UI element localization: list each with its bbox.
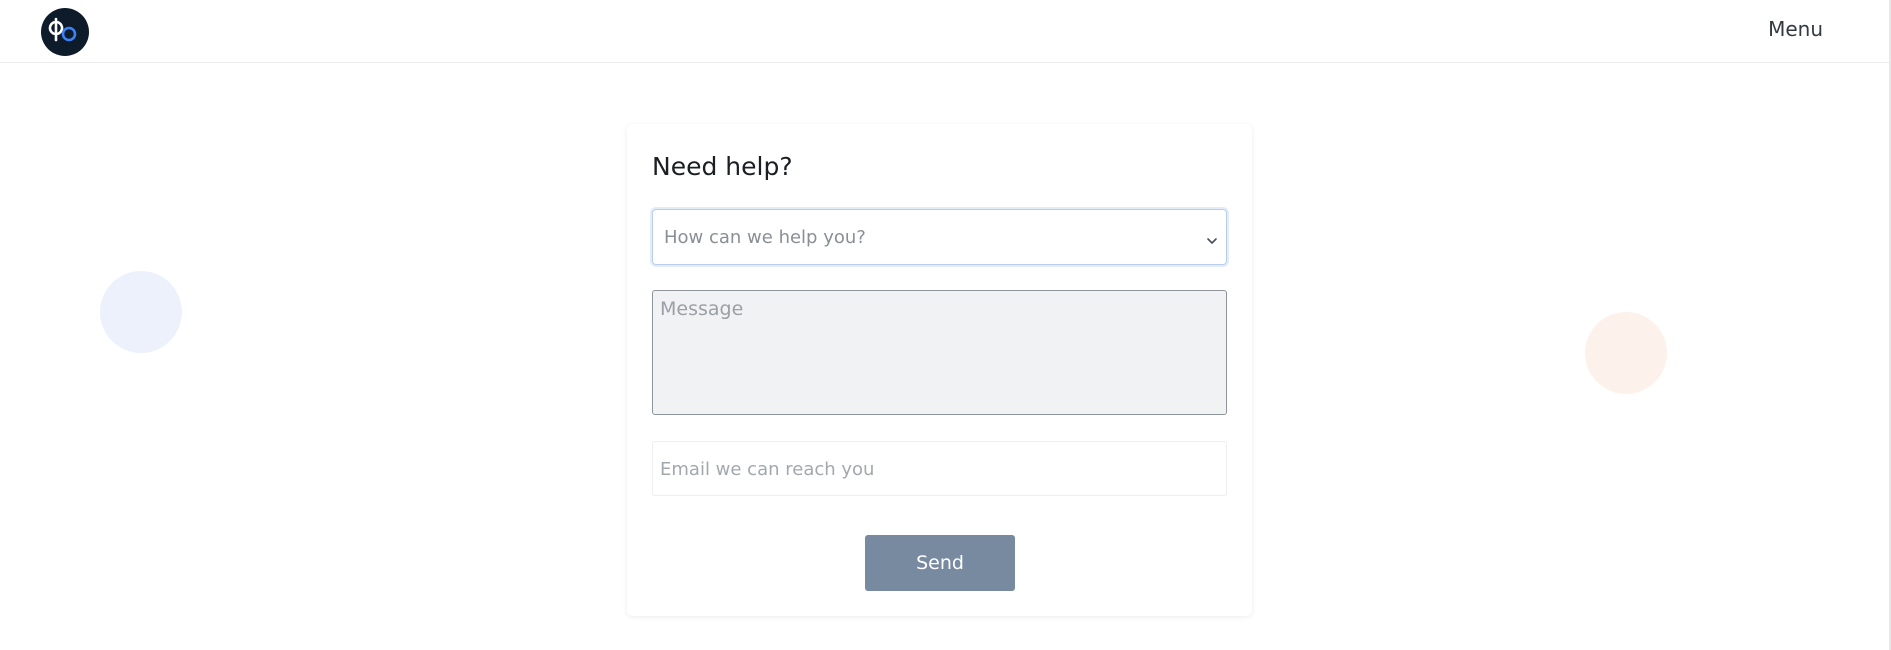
menu-link[interactable]: Menu: [1768, 17, 1823, 41]
send-button[interactable]: Send: [865, 535, 1015, 591]
chevron-down-icon: [1206, 232, 1218, 244]
form-title: Need help?: [652, 152, 793, 181]
email-placeholder: Email we can reach you: [660, 459, 875, 480]
help-topic-select-value: How can we help you?: [664, 227, 866, 248]
decorative-circle-left: [100, 271, 182, 353]
message-textarea[interactable]: Message: [652, 290, 1227, 415]
message-placeholder: Message: [660, 298, 744, 320]
brand-logo-icon[interactable]: [41, 8, 89, 56]
help-topic-select[interactable]: How can we help you?: [652, 209, 1227, 265]
email-field[interactable]: Email we can reach you: [652, 441, 1227, 496]
top-navigation-bar: Menu: [0, 0, 1891, 63]
help-form-card: Need help? How can we help you? Message …: [627, 124, 1252, 616]
decorative-circle-right: [1585, 312, 1667, 394]
